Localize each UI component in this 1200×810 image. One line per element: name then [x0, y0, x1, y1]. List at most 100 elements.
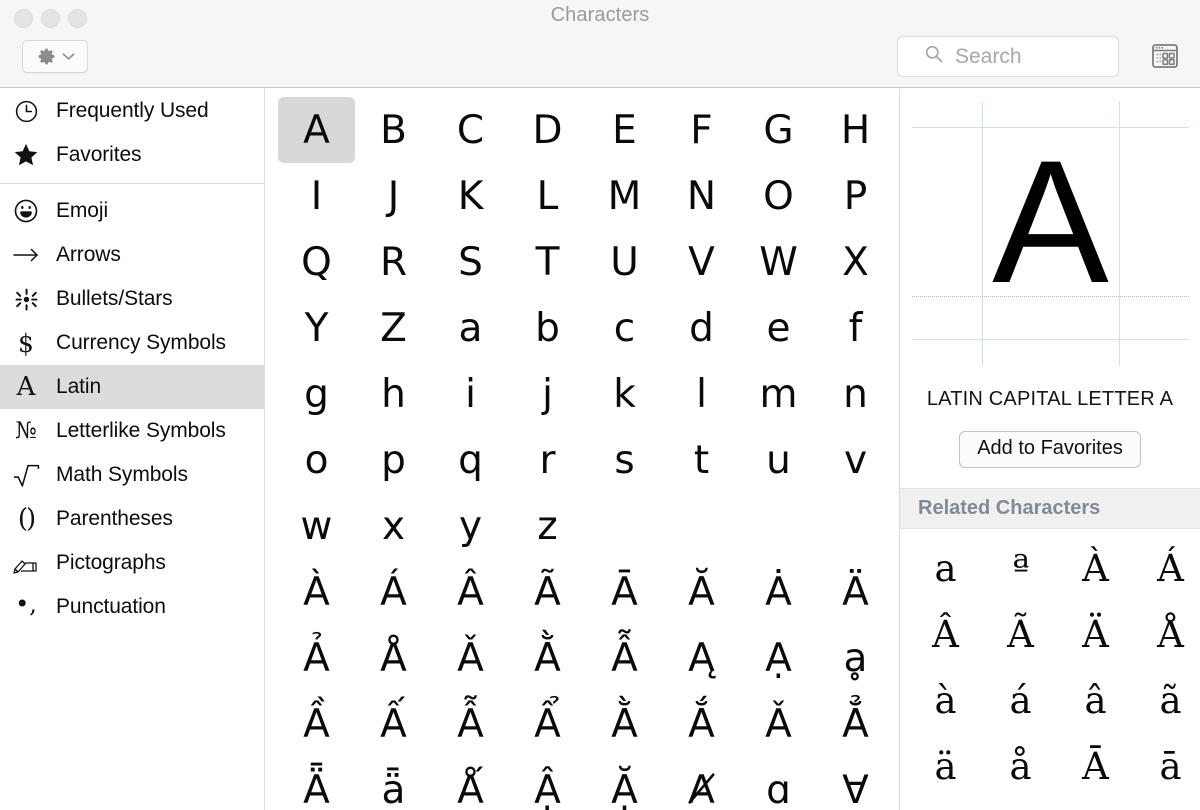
character-cell[interactable]: f — [817, 295, 894, 361]
sidebar-item-favorites[interactable]: Favorites — [0, 133, 264, 177]
search-input[interactable]: Search — [955, 45, 1022, 69]
character-cell[interactable]: Ẫ — [432, 691, 509, 757]
sidebar-item-currency-symbols[interactable]: $ Currency Symbols — [0, 321, 264, 365]
character-cell[interactable]: G — [740, 97, 817, 163]
character-cell[interactable]: q — [432, 427, 509, 493]
character-cell[interactable]: Q — [278, 229, 355, 295]
character-cell[interactable]: Ẫ — [586, 625, 663, 691]
character-cell[interactable]: R — [355, 229, 432, 295]
related-character-cell[interactable]: â — [1058, 667, 1133, 733]
character-cell[interactable]: Ã — [509, 559, 586, 625]
character-panel-icon[interactable] — [1148, 40, 1182, 72]
character-cell[interactable]: m — [740, 361, 817, 427]
character-cell[interactable]: b — [509, 295, 586, 361]
character-cell[interactable]: w — [278, 493, 355, 559]
character-cell[interactable]: D — [509, 97, 586, 163]
character-cell[interactable]: V — [663, 229, 740, 295]
character-cell[interactable]: ǟ — [355, 757, 432, 810]
character-cell[interactable]: g — [278, 361, 355, 427]
character-cell[interactable]: x — [355, 493, 432, 559]
sidebar-item-math-symbols[interactable]: Math Symbols — [0, 453, 264, 497]
character-cell[interactable]: J — [355, 163, 432, 229]
character-cell[interactable]: k — [586, 361, 663, 427]
character-cell[interactable]: Y — [278, 295, 355, 361]
settings-menu-button[interactable] — [22, 40, 88, 73]
sidebar-item-parentheses[interactable]: () Parentheses — [0, 497, 264, 541]
character-cell[interactable]: À — [278, 559, 355, 625]
related-character-cell[interactable]: ª — [983, 535, 1058, 601]
character-cell[interactable]: A — [278, 97, 355, 163]
character-cell[interactable]: Ả — [278, 625, 355, 691]
character-cell[interactable]: Ấ — [355, 691, 432, 757]
sidebar-item-pictographs[interactable]: Pictographs — [0, 541, 264, 585]
character-cell[interactable]: S — [432, 229, 509, 295]
related-character-cell[interactable]: Å — [1133, 601, 1200, 667]
character-cell[interactable]: d — [663, 295, 740, 361]
character-cell[interactable]: Ä — [817, 559, 894, 625]
character-cell[interactable]: B — [355, 97, 432, 163]
related-character-cell[interactable]: á — [983, 667, 1058, 733]
related-character-cell[interactable]: a — [908, 535, 983, 601]
character-cell[interactable]: Ā — [586, 559, 663, 625]
related-character-cell[interactable]: à — [908, 667, 983, 733]
related-character-cell[interactable]: ã — [1133, 667, 1200, 733]
character-cell[interactable]: e — [740, 295, 817, 361]
character-cell[interactable]: E — [586, 97, 663, 163]
character-cell[interactable]: j — [509, 361, 586, 427]
character-cell[interactable]: s — [586, 427, 663, 493]
character-cell[interactable]: i — [432, 361, 509, 427]
character-cell[interactable]: F — [663, 97, 740, 163]
sidebar-item-arrows[interactable]: Arrows — [0, 233, 264, 277]
sidebar-item-letterlike-symbols[interactable]: № Letterlike Symbols — [0, 409, 264, 453]
character-cell[interactable]: O — [740, 163, 817, 229]
character-cell[interactable]: I — [278, 163, 355, 229]
related-character-cell[interactable]: Ã — [983, 601, 1058, 667]
character-cell[interactable]: M — [586, 163, 663, 229]
sidebar-item-latin[interactable]: A Latin — [0, 365, 264, 409]
character-cell[interactable]: Ẳ — [817, 691, 894, 757]
sidebar-item-emoji[interactable]: Emoji — [0, 189, 264, 233]
related-character-cell[interactable]: å — [983, 733, 1058, 799]
add-to-favorites-button[interactable]: Add to Favorites — [959, 431, 1141, 468]
character-cell[interactable]: z — [509, 493, 586, 559]
character-cell[interactable]: Ǎ — [432, 625, 509, 691]
character-cell[interactable]: o — [278, 427, 355, 493]
sidebar-item-bullets-stars[interactable]: Bullets/Stars — [0, 277, 264, 321]
character-cell[interactable]: Ą — [663, 625, 740, 691]
character-cell[interactable]: X — [817, 229, 894, 295]
character-cell[interactable]: y — [432, 493, 509, 559]
character-cell[interactable]: Ȧ — [740, 559, 817, 625]
character-cell[interactable]: a — [432, 295, 509, 361]
character-cell[interactable]: Ⱥ — [663, 757, 740, 810]
sidebar-item-frequently-used[interactable]: Frequently Used — [0, 89, 264, 133]
character-cell[interactable]: N — [663, 163, 740, 229]
character-cell[interactable]: Â — [432, 559, 509, 625]
character-cell[interactable]: u — [740, 427, 817, 493]
character-cell[interactable]: p — [355, 427, 432, 493]
character-cell[interactable]: Ɐ — [817, 757, 894, 810]
character-cell[interactable]: W — [740, 229, 817, 295]
sidebar-item-punctuation[interactable]: •, Punctuation — [0, 585, 264, 629]
character-cell[interactable]: Á — [355, 559, 432, 625]
character-cell[interactable]: n — [817, 361, 894, 427]
character-grid-pane[interactable]: ABCDEFGH IJKLMNOP QRSTUVWX YZabcdef ghijklmn… — [266, 89, 898, 810]
character-cell[interactable]: Ặ — [586, 757, 663, 810]
related-character-cell[interactable]: À — [1058, 535, 1133, 601]
character-cell[interactable]: Ẩ — [509, 691, 586, 757]
character-cell[interactable]: Ắ — [663, 691, 740, 757]
related-character-cell[interactable]: ā — [1133, 733, 1200, 799]
character-cell[interactable]: Ǎ — [740, 691, 817, 757]
character-cell[interactable]: t — [663, 427, 740, 493]
character-cell[interactable]: h — [355, 361, 432, 427]
related-character-cell[interactable]: ä — [908, 733, 983, 799]
character-cell[interactable]: Ǟ — [278, 757, 355, 810]
character-cell[interactable]: K — [432, 163, 509, 229]
character-cell[interactable]: l — [663, 361, 740, 427]
character-cell[interactable]: Ạ — [740, 625, 817, 691]
character-cell[interactable]: Å — [355, 625, 432, 691]
character-cell[interactable]: v — [817, 427, 894, 493]
related-character-cell[interactable]: Â — [908, 601, 983, 667]
character-cell[interactable]: P — [817, 163, 894, 229]
character-cell[interactable]: Ầ — [278, 691, 355, 757]
character-cell[interactable]: Ậ — [509, 757, 586, 810]
